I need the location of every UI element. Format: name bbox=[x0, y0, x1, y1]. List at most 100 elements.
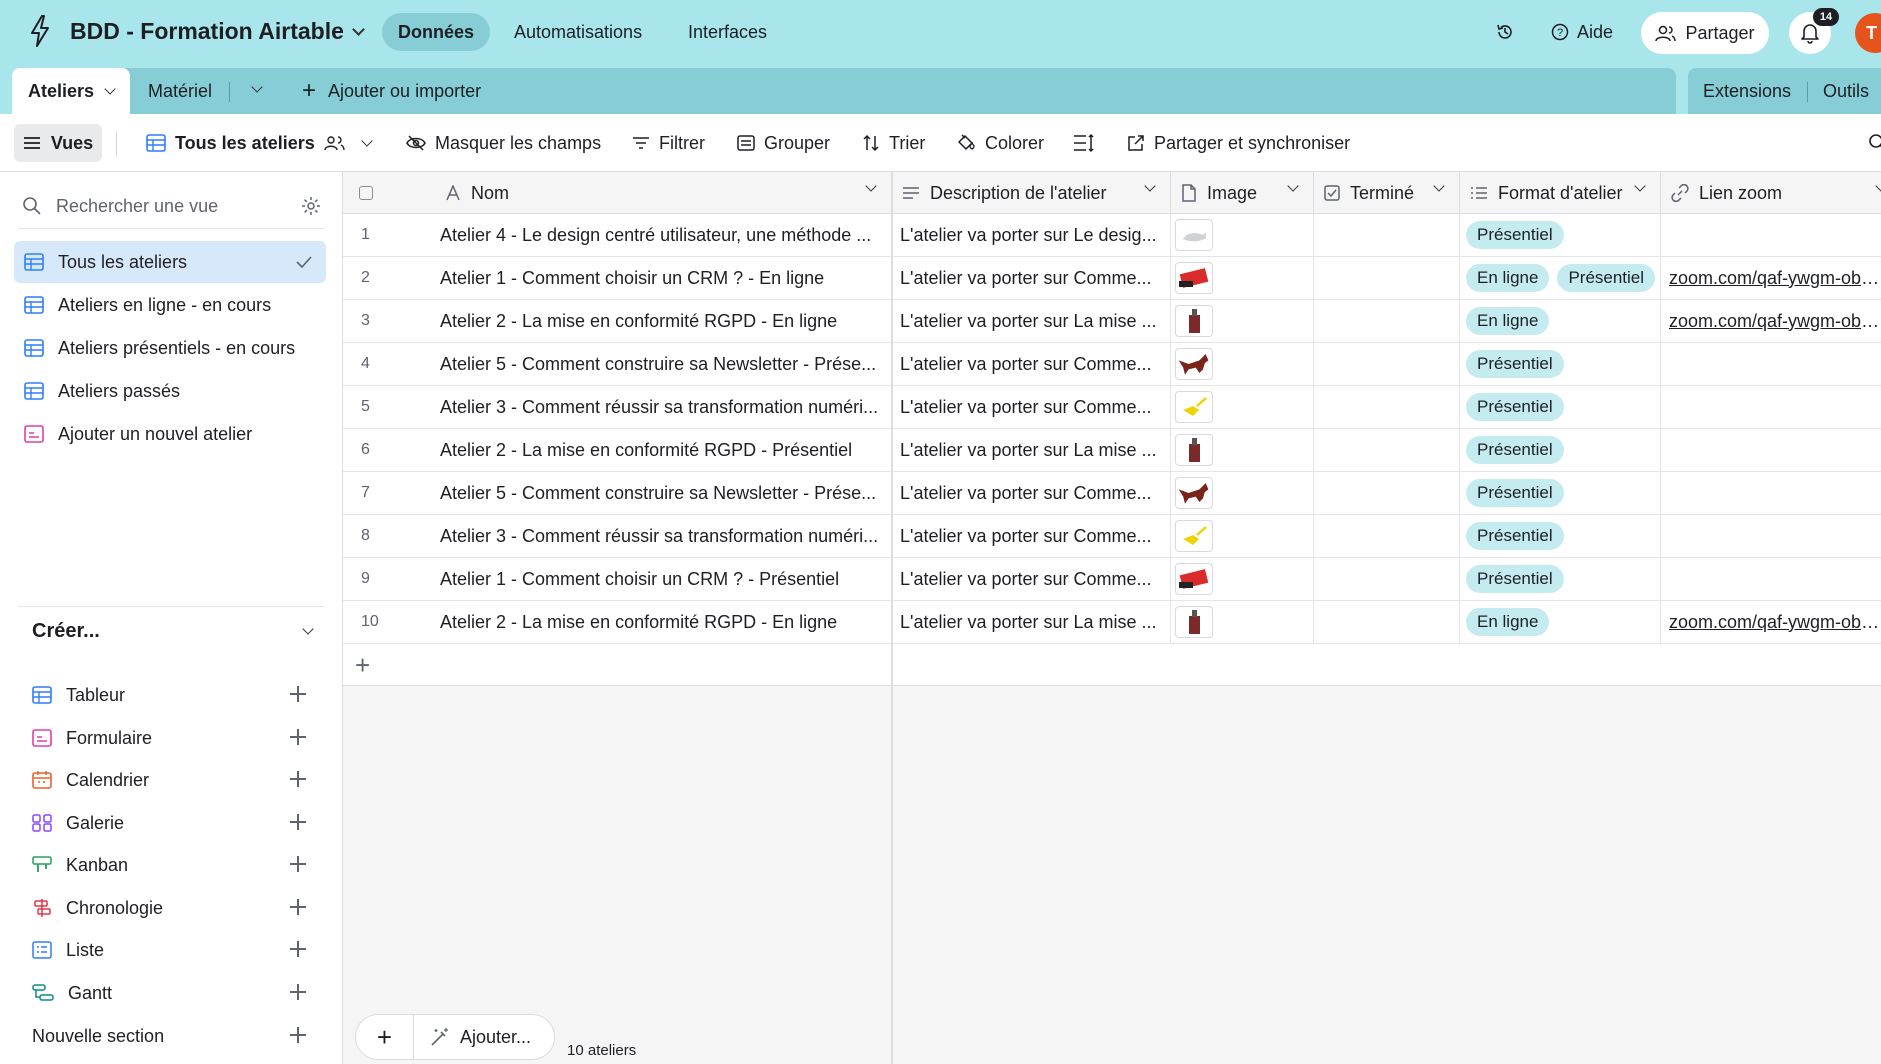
plus-icon[interactable] bbox=[290, 984, 306, 1000]
cell-description[interactable]: L'atelier va porter sur Comme... bbox=[892, 386, 1171, 428]
avatar[interactable]: T bbox=[1855, 13, 1881, 53]
table-row[interactable]: 7 Atelier 5 - Comment construire sa Newsl… bbox=[343, 472, 1881, 515]
cell-termine[interactable] bbox=[1314, 515, 1460, 557]
table-row[interactable]: 9 Atelier 1 - Comment choisir un CRM ? - … bbox=[343, 558, 1881, 601]
plus-icon[interactable] bbox=[290, 686, 306, 702]
tools-button[interactable]: Outils bbox=[1823, 68, 1869, 114]
cell-image[interactable] bbox=[1171, 386, 1314, 428]
create-kanban[interactable]: Kanban bbox=[32, 848, 306, 882]
cell-description[interactable]: L'atelier va porter sur Comme... bbox=[892, 558, 1171, 600]
hide-fields-button[interactable]: Masquer les champs bbox=[406, 128, 601, 158]
create-section-toggle[interactable]: Créer... bbox=[32, 620, 314, 643]
cell-termine[interactable] bbox=[1314, 558, 1460, 600]
cell-description[interactable]: L'atelier va porter sur Comme... bbox=[892, 515, 1171, 557]
sidebar-view-presentiels[interactable]: Ateliers présentiels - en cours bbox=[14, 327, 326, 369]
cell-nom[interactable]: Atelier 3 - Comment réussir sa transform… bbox=[343, 386, 892, 428]
cell-image[interactable] bbox=[1171, 343, 1314, 385]
tab-interfaces[interactable]: Interfaces bbox=[672, 13, 783, 51]
sidebar-view-nouvel-atelier[interactable]: Ajouter un nouvel atelier bbox=[14, 413, 326, 455]
image-thumbnail[interactable] bbox=[1175, 606, 1213, 638]
cell-lien-zoom[interactable] bbox=[1661, 429, 1881, 471]
history-icon[interactable] bbox=[1495, 22, 1515, 42]
column-header-nom[interactable]: Nom bbox=[343, 172, 892, 214]
create-chronologie[interactable]: Chronologie bbox=[32, 891, 306, 925]
cell-termine[interactable] bbox=[1314, 343, 1460, 385]
new-section-button[interactable]: Nouvelle section bbox=[32, 1019, 306, 1053]
cell-lien-zoom[interactable]: zoom.com/qaf-ywgm-obf... bbox=[1661, 601, 1881, 643]
extensions-button[interactable]: Extensions bbox=[1703, 68, 1791, 114]
plus-icon[interactable] bbox=[290, 856, 306, 872]
bolt-logo-icon[interactable] bbox=[28, 14, 52, 48]
cell-nom[interactable]: Atelier 2 - La mise en conformité RGPD -… bbox=[343, 300, 892, 342]
cell-termine[interactable] bbox=[1314, 429, 1460, 471]
add-or-import-button[interactable]: + Ajouter ou importer bbox=[302, 68, 481, 114]
plus-icon[interactable] bbox=[290, 1027, 306, 1043]
filter-button[interactable]: Filtrer bbox=[632, 128, 705, 158]
column-header-termine[interactable]: Terminé bbox=[1314, 172, 1460, 214]
table-row[interactable]: 8 Atelier 3 - Comment réussir sa transfor… bbox=[343, 515, 1881, 558]
cell-termine[interactable] bbox=[1314, 601, 1460, 643]
cell-termine[interactable] bbox=[1314, 386, 1460, 428]
tab-donnees[interactable]: Données bbox=[382, 13, 491, 51]
cell-format[interactable]: Présentiel bbox=[1460, 386, 1661, 428]
cell-description[interactable]: L'atelier va porter sur Comme... bbox=[892, 257, 1171, 299]
share-button[interactable]: Partager bbox=[1641, 12, 1769, 54]
table-row[interactable]: 3 Atelier 2 - La mise en conformité RGPD … bbox=[343, 300, 1881, 343]
group-button[interactable]: Grouper bbox=[737, 128, 830, 158]
cell-format[interactable]: En ligne bbox=[1460, 300, 1661, 342]
select-all-checkbox[interactable] bbox=[359, 186, 373, 200]
column-header-format[interactable]: Format d'atelier bbox=[1460, 172, 1661, 214]
cell-image[interactable] bbox=[1171, 558, 1314, 600]
footer-plus-icon[interactable]: + bbox=[356, 1015, 414, 1059]
create-formulaire[interactable]: Formulaire bbox=[32, 721, 306, 755]
cell-termine[interactable] bbox=[1314, 300, 1460, 342]
tab-automatisations[interactable]: Automatisations bbox=[498, 13, 658, 51]
footer-ai-add-button[interactable]: Ajouter... bbox=[414, 1027, 531, 1048]
cell-description[interactable]: L'atelier va porter sur La mise ... bbox=[892, 300, 1171, 342]
table-row[interactable]: 2 Atelier 1 - Comment choisir un CRM ? - … bbox=[343, 257, 1881, 300]
table-tab-materiel[interactable]: Matériel bbox=[148, 68, 212, 114]
cell-termine[interactable] bbox=[1314, 472, 1460, 514]
cell-nom[interactable]: Atelier 5 - Comment construire sa Newsle… bbox=[343, 472, 892, 514]
cell-image[interactable] bbox=[1171, 300, 1314, 342]
cell-lien-zoom[interactable] bbox=[1661, 343, 1881, 385]
create-calendrier[interactable]: Calendrier bbox=[32, 763, 306, 797]
share-sync-button[interactable]: Partager et synchroniser bbox=[1127, 128, 1350, 158]
image-thumbnail[interactable] bbox=[1175, 219, 1213, 251]
cell-nom[interactable]: Atelier 3 - Comment réussir sa transform… bbox=[343, 515, 892, 557]
add-record-plus-icon[interactable]: + bbox=[355, 650, 370, 681]
cell-termine[interactable] bbox=[1314, 257, 1460, 299]
sidebar-view-tous-les-ateliers[interactable]: Tous les ateliers bbox=[14, 241, 326, 283]
cell-termine[interactable] bbox=[1314, 214, 1460, 256]
create-tableur[interactable]: Tableur bbox=[32, 678, 306, 712]
color-button[interactable]: Colorer bbox=[956, 128, 1044, 158]
cell-description[interactable]: L'atelier va porter sur La mise ... bbox=[892, 429, 1171, 471]
zoom-link[interactable]: zoom.com/qaf-ywgm-obf... bbox=[1669, 268, 1881, 289]
current-view-button[interactable]: Tous les ateliers bbox=[146, 128, 373, 158]
zoom-link[interactable]: zoom.com/qaf-ywgm-obf... bbox=[1669, 612, 1881, 633]
view-search[interactable]: Rechercher une vue bbox=[22, 186, 322, 226]
image-thumbnail[interactable] bbox=[1175, 391, 1213, 423]
view-search-input[interactable]: Rechercher une vue bbox=[56, 196, 286, 217]
cell-nom[interactable]: Atelier 1 - Comment choisir un CRM ? - P… bbox=[343, 558, 892, 600]
cell-image[interactable] bbox=[1171, 515, 1314, 557]
cell-format[interactable]: Présentiel bbox=[1460, 515, 1661, 557]
cell-format[interactable]: En ligne bbox=[1460, 601, 1661, 643]
image-thumbnail[interactable] bbox=[1175, 262, 1213, 294]
cell-nom[interactable]: Atelier 5 - Comment construire sa Newsle… bbox=[343, 343, 892, 385]
plus-icon[interactable] bbox=[290, 814, 306, 830]
cell-lien-zoom[interactable] bbox=[1661, 558, 1881, 600]
column-header-image[interactable]: Image bbox=[1171, 172, 1314, 214]
row-height-icon[interactable] bbox=[1073, 133, 1095, 153]
image-thumbnail[interactable] bbox=[1175, 348, 1213, 380]
cell-image[interactable] bbox=[1171, 257, 1314, 299]
create-galerie[interactable]: Galerie bbox=[32, 806, 306, 840]
table-row[interactable]: 4 Atelier 5 - Comment construire sa Newsl… bbox=[343, 343, 1881, 386]
cell-lien-zoom[interactable] bbox=[1661, 214, 1881, 256]
image-thumbnail[interactable] bbox=[1175, 563, 1213, 595]
plus-icon[interactable] bbox=[290, 771, 306, 787]
cell-image[interactable] bbox=[1171, 214, 1314, 256]
cell-description[interactable]: L'atelier va porter sur Comme... bbox=[892, 472, 1171, 514]
cell-lien-zoom[interactable]: zoom.com/qaf-ywgm-obf... bbox=[1661, 300, 1881, 342]
help-button[interactable]: ? Aide bbox=[1551, 13, 1613, 51]
